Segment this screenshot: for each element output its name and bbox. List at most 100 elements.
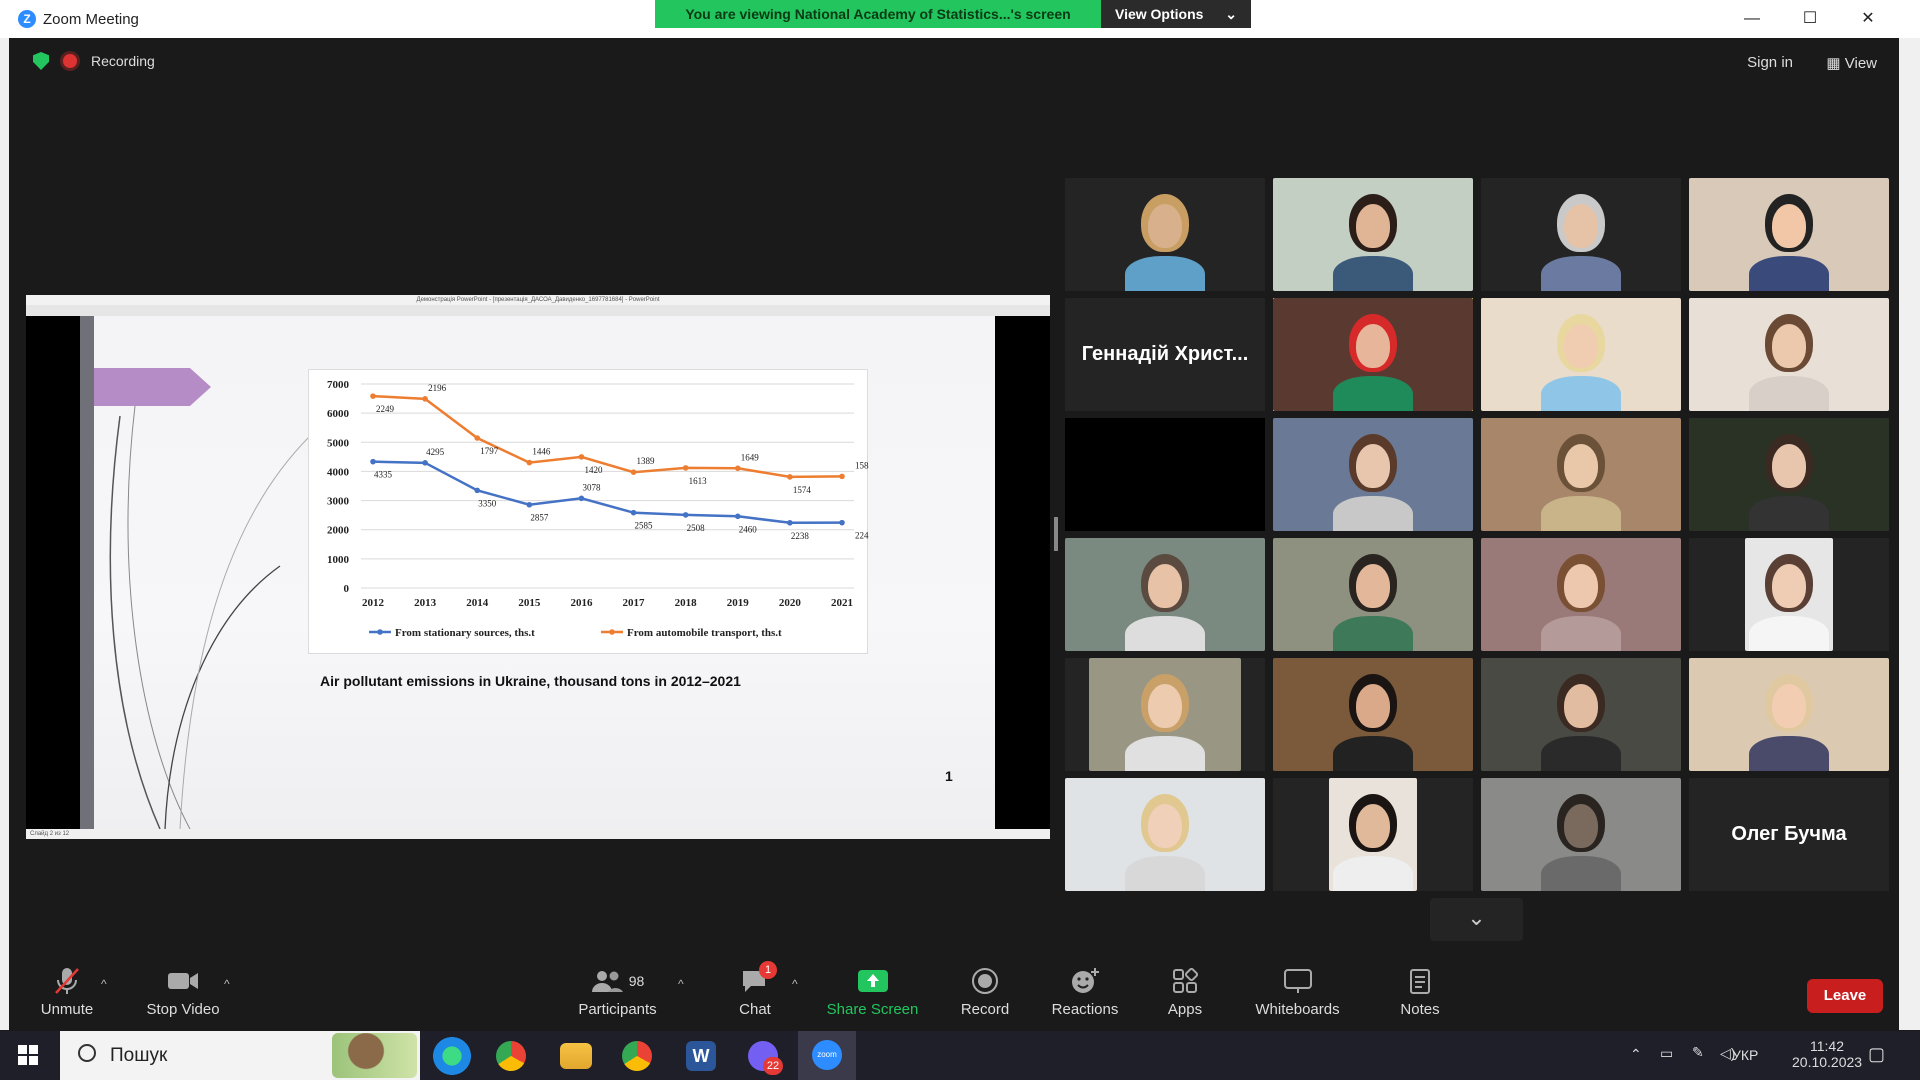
participant-video-tile[interactable] — [1273, 418, 1473, 531]
participants-label: Participants — [578, 1001, 657, 1018]
participant-video-tile[interactable] — [1481, 658, 1681, 771]
legend-label: From stationary sources, ths.t — [395, 627, 535, 639]
participant-body — [1749, 736, 1829, 771]
participant-video-tile[interactable] — [1273, 178, 1473, 291]
apps-button[interactable]: Apps — [1165, 965, 1205, 1018]
reactions-button[interactable]: Reactions — [1050, 965, 1120, 1018]
minimize-button[interactable]: — — [1732, 6, 1772, 32]
participant-video-tile[interactable] — [1689, 418, 1889, 531]
unmute-label: Unmute — [40, 1001, 94, 1018]
view-button[interactable]: ▦ View — [1826, 54, 1877, 72]
pen-icon[interactable]: ✎ — [1692, 1044, 1704, 1061]
participants-button[interactable]: 98 Participants — [575, 965, 660, 1018]
chat-options-caret[interactable]: ^ — [792, 977, 798, 991]
participant-video-tile[interactable] — [1273, 778, 1473, 891]
view-label: View — [1844, 55, 1877, 72]
y-tick-label: 2000 — [327, 525, 350, 537]
notes-button[interactable]: Notes — [1395, 965, 1445, 1018]
data-point — [682, 465, 689, 471]
unmute-button[interactable]: Unmute — [32, 965, 102, 1018]
participant-video-tile[interactable] — [1689, 538, 1889, 651]
signin-button[interactable]: Sign in — [1747, 54, 1793, 71]
participant-video-tile[interactable] — [1689, 178, 1889, 291]
gallery-more-button[interactable]: ⌄ — [1430, 898, 1523, 941]
audio-options-caret[interactable]: ^ — [101, 977, 107, 991]
record-button[interactable]: Record — [955, 965, 1015, 1018]
participant-face — [1772, 444, 1806, 488]
participant-video-tile[interactable] — [1481, 178, 1681, 291]
shield-icon[interactable] — [33, 52, 49, 70]
apps-icon — [1173, 968, 1198, 993]
participant-video-tile[interactable] — [1065, 778, 1265, 891]
whiteboards-button[interactable]: Whiteboards — [1250, 965, 1345, 1018]
stop-video-button[interactable]: Stop Video — [143, 965, 223, 1018]
chat-button[interactable]: Chat 1 — [735, 961, 777, 1018]
search-icon — [78, 1044, 96, 1062]
edge-browser-icon[interactable] — [433, 1037, 471, 1075]
data-label: 2508 — [687, 523, 706, 533]
clock-time: 11:42 — [1810, 1038, 1844, 1054]
windows-start-icon[interactable] — [18, 1045, 38, 1065]
zoom-taskbar-button[interactable]: zoom — [798, 1031, 856, 1080]
tray-chevron-icon[interactable]: ⌃ — [1630, 1046, 1642, 1063]
participant-face — [1148, 204, 1182, 248]
participant-name-tile[interactable]: Геннадій Христ... — [1065, 298, 1265, 411]
ppt-window-title: Демонстрація PowerPoint - [презентація_Д… — [26, 295, 1050, 305]
shared-screen[interactable]: Демонстрація PowerPoint - [презентація_Д… — [26, 295, 1050, 850]
word-icon[interactable]: W — [686, 1041, 716, 1071]
video-camera-icon — [168, 973, 198, 989]
data-label: 1446 — [532, 447, 551, 457]
participant-video — [1065, 778, 1265, 891]
file-explorer-icon[interactable] — [560, 1043, 592, 1069]
y-tick-label: 6000 — [327, 408, 350, 420]
participant-video-tile[interactable] — [1481, 538, 1681, 651]
close-button[interactable]: ✕ — [1848, 6, 1888, 32]
panel-splitter-handle[interactable] — [1054, 517, 1058, 551]
data-point — [578, 495, 585, 502]
chrome-profile-icon[interactable] — [622, 1041, 652, 1071]
chrome-icon[interactable] — [496, 1041, 526, 1071]
participant-face — [1148, 684, 1182, 728]
participant-video-tile[interactable] — [1481, 778, 1681, 891]
apps-label: Apps — [1167, 1001, 1203, 1018]
participant-video-tile[interactable] — [1065, 538, 1265, 651]
participant-video-off-tile[interactable] — [1065, 418, 1265, 531]
leave-button[interactable]: Leave — [1807, 979, 1883, 1013]
participant-name-tile[interactable]: Олег Бучма — [1689, 778, 1889, 891]
video-options-caret[interactable]: ^ — [224, 977, 230, 991]
ppt-statusbar: Слайд 2 из 12 — [26, 829, 1050, 839]
clock[interactable]: 11:42 20.10.2023 — [1792, 1038, 1862, 1070]
participant-video-tile[interactable] — [1273, 538, 1473, 651]
participants-options-caret[interactable]: ^ — [678, 977, 684, 991]
participants-count: 98 — [628, 973, 645, 989]
data-label: 1574 — [793, 485, 812, 495]
participant-face — [1148, 564, 1182, 608]
maximize-button[interactable]: ☐ — [1790, 6, 1830, 32]
slide-number: 1 — [945, 768, 953, 784]
x-tick-label: 2019 — [727, 597, 750, 609]
participant-video-tile[interactable] — [1481, 298, 1681, 411]
language-indicator[interactable]: УКР — [1732, 1047, 1758, 1063]
data-label: 2460 — [739, 524, 758, 534]
participant-video-tile[interactable] — [1273, 658, 1473, 771]
participant-video-tile[interactable] — [1273, 298, 1473, 411]
participant-video-tile[interactable] — [1065, 178, 1265, 291]
share-screen-button[interactable]: Share Screen — [825, 965, 920, 1018]
participant-body — [1333, 856, 1413, 891]
view-options-button[interactable]: View Options ⌄ — [1101, 0, 1251, 28]
data-label: 2242 — [855, 531, 869, 541]
notifications-icon[interactable]: ▢ — [1868, 1044, 1885, 1065]
legend-marker — [377, 629, 383, 635]
network-icon[interactable]: ▭ — [1660, 1045, 1673, 1062]
x-tick-label: 2012 — [362, 597, 385, 609]
participant-video — [1273, 178, 1473, 291]
participant-face — [1772, 564, 1806, 608]
participant-video-tile[interactable] — [1689, 658, 1889, 771]
x-tick-label: 2021 — [831, 597, 853, 609]
participant-video-tile[interactable] — [1481, 418, 1681, 531]
participant-video-tile[interactable] — [1065, 658, 1265, 771]
taskbar-search-box[interactable]: Пошук — [60, 1031, 420, 1080]
y-tick-label: 3000 — [327, 496, 350, 508]
participant-video-tile[interactable] — [1689, 298, 1889, 411]
participant-face — [1564, 204, 1598, 248]
